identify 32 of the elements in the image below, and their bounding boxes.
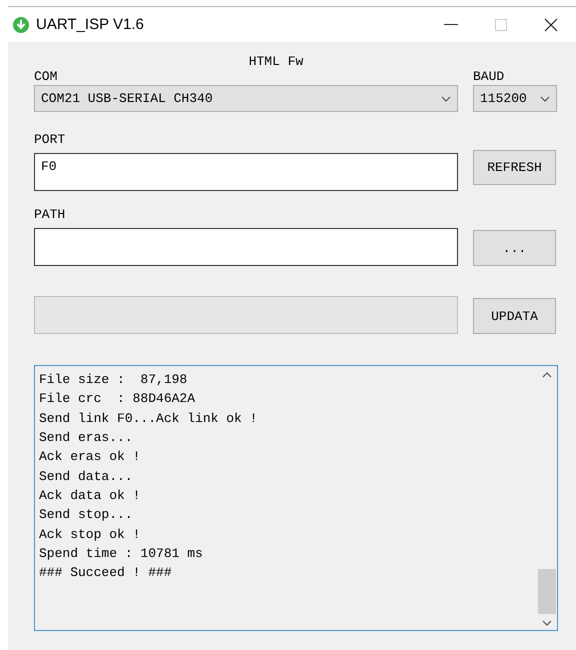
log-line: File size : 87,198 [39, 371, 188, 389]
port-label: PORT [34, 132, 66, 148]
log-line: Spend time : 10781 ms [39, 545, 203, 564]
log-line: Send stop... [39, 506, 133, 524]
app-icon [12, 16, 30, 34]
chevron-down-icon [441, 96, 451, 102]
com-label: COM [34, 69, 58, 85]
chevron-down-icon [540, 96, 550, 102]
log-line: Ack data ok ! [39, 487, 140, 506]
update-button[interactable]: UPDATA [473, 298, 556, 334]
scroll-up-icon[interactable] [542, 372, 552, 378]
port-field[interactable]: F0 [34, 153, 458, 191]
log-line: Send link F0...Ack link ok ! [39, 410, 258, 428]
refresh-button[interactable]: REFRESH [473, 150, 556, 185]
baud-dropdown[interactable]: 115200 [473, 85, 557, 112]
scrollbar-thumb[interactable] [538, 569, 556, 614]
log-line: Send data... [39, 468, 133, 486]
path-label: PATH [34, 207, 66, 223]
log-line: Send eras... [39, 429, 133, 448]
log-line: Ack stop ok ! [39, 526, 140, 544]
log-line: ### Succeed ! ### [39, 564, 172, 582]
window-title: UART_ISP V1.6 [36, 16, 145, 33]
baud-label: BAUD [473, 69, 504, 85]
log-line: File crc : 88D46A2A [39, 390, 196, 408]
path-field[interactable] [34, 228, 458, 266]
browse-button[interactable]: ... [473, 230, 556, 266]
minimize-icon[interactable] [444, 24, 458, 26]
scroll-down-icon[interactable] [542, 620, 552, 626]
close-icon[interactable] [544, 18, 558, 32]
com-dropdown[interactable]: COM21 USB-SERIAL CH340 [34, 85, 458, 112]
log-line: Ack eras ok ! [39, 448, 140, 466]
header-label: HTML Fw [248, 54, 304, 69]
